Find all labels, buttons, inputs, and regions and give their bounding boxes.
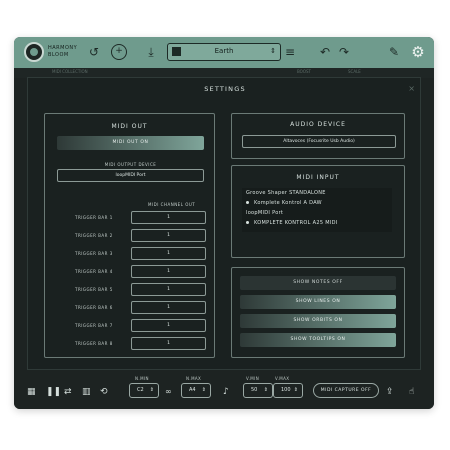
trigger-bar-label: TRIGGER BAR 5 bbox=[75, 287, 113, 292]
midi-out-panel: MIDI OUT MIDI OUT ON MIDI OUTPUT DEVICE … bbox=[44, 113, 215, 358]
selected-dot-icon bbox=[246, 201, 249, 204]
v-max-value: 100 bbox=[281, 387, 291, 393]
app-logo-text: HARMONY BLOOM bbox=[48, 45, 77, 59]
midi-output-device-select[interactable]: loopMIDI Port bbox=[57, 169, 204, 182]
n-max-value: A4 bbox=[189, 387, 196, 393]
trigger-bar-label: TRIGGER BAR 1 bbox=[75, 215, 113, 220]
download-icon[interactable]: ⤓ bbox=[143, 44, 159, 60]
n-min-value: C2 bbox=[137, 387, 144, 393]
piano-icon[interactable]: ▥ bbox=[82, 387, 91, 397]
tuning-icon[interactable]: ♪ bbox=[223, 387, 229, 397]
export-icon[interactable]: ⇪ bbox=[386, 387, 394, 397]
midi-input-list: Groove Shaper STANDALONE Komplete Kontro… bbox=[242, 188, 392, 232]
midi-input-item[interactable]: Komplete Kontrol A DAW bbox=[246, 200, 322, 206]
app-window: HARMONY BLOOM ↺ + ⤓ Earth ⇕ ≡ ↶ ↷ ✎ ⚙ MI… bbox=[14, 37, 434, 409]
trigger-bar-label: TRIGGER BAR 3 bbox=[75, 251, 113, 256]
trigger-bar-channel-field[interactable]: 1 bbox=[131, 283, 206, 296]
v-max-stepper[interactable]: 100 ⇕ bbox=[273, 383, 303, 398]
midi-input-name: KOMPLETE KONTROL A25 MIDI bbox=[254, 220, 338, 226]
n-max-stepper[interactable]: A4 ⇕ bbox=[181, 383, 211, 398]
show-tooltips-toggle[interactable]: SHOW TOOLTIPS ON bbox=[240, 333, 396, 347]
trigger-bar-channel-field[interactable]: 1 bbox=[131, 319, 206, 332]
spinner-icon: ⇕ bbox=[270, 47, 276, 55]
stepper-arrows-icon: ⇕ bbox=[201, 387, 206, 393]
brush-icon[interactable]: ✎ bbox=[386, 44, 402, 60]
pause-icon[interactable]: ❚❚ bbox=[46, 387, 61, 397]
add-icon[interactable]: + bbox=[111, 44, 127, 60]
audio-device-title: AUDIO DEVICE bbox=[290, 121, 346, 128]
menu-icon[interactable]: ≡ bbox=[282, 44, 298, 60]
trigger-bar-channel-field[interactable]: 1 bbox=[131, 229, 206, 242]
settings-modal: SETTINGS × MIDI OUT MIDI OUT ON MIDI OUT… bbox=[27, 77, 421, 370]
midi-input-title: MIDI INPUT bbox=[296, 174, 340, 181]
bottom-toolbar: ▦ ❚❚ ⇄ ▥ ⟲ N.MIN C2 ⇕ ∞ N.MAX A4 ⇕ ♪ V.MIN… bbox=[14, 376, 434, 409]
close-icon[interactable]: × bbox=[408, 84, 415, 93]
show-lines-toggle[interactable]: SHOW LINES ON bbox=[240, 295, 396, 309]
display-toggles-panel: SHOW NOTES OFF SHOW LINES ON SHOW ORBITS… bbox=[231, 267, 405, 358]
midi-channel-out-label: MIDI CHANNEL OUT bbox=[148, 202, 196, 207]
undo-icon[interactable]: ↺ bbox=[86, 44, 102, 60]
trigger-bar-channel-field[interactable]: 1 bbox=[131, 265, 206, 278]
loop-icon[interactable]: ⟲ bbox=[100, 387, 108, 397]
midi-out-toggle[interactable]: MIDI OUT ON bbox=[57, 136, 204, 150]
v-min-stepper[interactable]: 50 ⇕ bbox=[243, 383, 273, 398]
hand-icon[interactable]: ☝ bbox=[409, 387, 414, 397]
stepper-arrows-icon: ⇕ bbox=[293, 387, 298, 393]
midi-input-panel: MIDI INPUT Groove Shaper STANDALONE Komp… bbox=[231, 165, 405, 258]
audio-device-panel: AUDIO DEVICE Altavoces (Focusrite Usb Au… bbox=[231, 113, 405, 159]
logo-line-1: HARMONY bbox=[48, 45, 78, 51]
trigger-bar-label: TRIGGER BAR 6 bbox=[75, 305, 113, 310]
v-min-value: 50 bbox=[251, 387, 258, 393]
v-max-label: V.MAX bbox=[275, 376, 290, 381]
settings-title: SETTINGS bbox=[204, 85, 246, 93]
midi-output-device-label: MIDI OUTPUT DEVICE bbox=[104, 162, 157, 167]
trigger-bar-label: TRIGGER BAR 4 bbox=[75, 269, 113, 274]
bg-label-scale: SCALE bbox=[348, 69, 361, 74]
midi-input-name: Groove Shaper STANDALONE bbox=[246, 190, 326, 196]
midi-input-name: loopMIDI Port bbox=[246, 210, 284, 216]
v-min-label: V.MIN bbox=[246, 376, 260, 381]
stepper-arrows-icon: ⇕ bbox=[263, 387, 268, 393]
show-notes-toggle[interactable]: SHOW NOTES OFF bbox=[240, 276, 396, 290]
preset-select[interactable]: Earth ⇕ bbox=[167, 43, 281, 61]
midi-out-title: MIDI OUT bbox=[111, 123, 148, 130]
n-min-stepper[interactable]: C2 ⇕ bbox=[129, 383, 159, 398]
n-max-label: N.MAX bbox=[186, 376, 202, 381]
midi-capture-button[interactable]: MIDI CAPTURE OFF bbox=[313, 383, 379, 398]
bg-label-collection: MIDI COLLECTION bbox=[52, 69, 88, 74]
bg-label-boost: BOOST bbox=[297, 69, 311, 74]
trigger-bar-channel-field[interactable]: 1 bbox=[131, 337, 206, 350]
stepper-arrows-icon: ⇕ bbox=[149, 387, 154, 393]
top-toolbar: HARMONY BLOOM ↺ + ⤓ Earth ⇕ ≡ ↶ ↷ ✎ ⚙ bbox=[14, 37, 434, 68]
midi-input-name: Komplete Kontrol A DAW bbox=[254, 200, 322, 206]
preset-icon bbox=[172, 47, 181, 56]
grid-icon[interactable]: ▦ bbox=[27, 387, 36, 397]
undo-arrow-icon[interactable]: ↶ bbox=[317, 44, 333, 60]
selected-dot-icon bbox=[246, 221, 249, 224]
redo-arrow-icon[interactable]: ↷ bbox=[336, 44, 352, 60]
trigger-bar-channel-field[interactable]: 1 bbox=[131, 211, 206, 224]
logo-line-2: BLOOM bbox=[48, 52, 69, 58]
infinity-icon[interactable]: ∞ bbox=[165, 387, 172, 397]
n-min-label: N.MIN bbox=[135, 376, 149, 381]
preset-value: Earth bbox=[214, 47, 234, 55]
trigger-bar-label: TRIGGER BAR 7 bbox=[75, 323, 113, 328]
trigger-bar-channel-field[interactable]: 1 bbox=[131, 301, 206, 314]
midi-input-item[interactable]: loopMIDI Port bbox=[246, 210, 283, 216]
gear-icon[interactable]: ⚙ bbox=[409, 43, 427, 61]
trigger-bar-label: TRIGGER BAR 2 bbox=[75, 233, 113, 238]
trigger-bar-channel-field[interactable]: 1 bbox=[131, 247, 206, 260]
trigger-bar-label: TRIGGER BAR 8 bbox=[75, 341, 113, 346]
show-orbits-toggle[interactable]: SHOW ORBITS ON bbox=[240, 314, 396, 328]
midi-input-item[interactable]: Groove Shaper STANDALONE bbox=[246, 190, 326, 196]
shuffle-icon[interactable]: ⇄ bbox=[64, 387, 72, 397]
midi-input-item[interactable]: KOMPLETE KONTROL A25 MIDI bbox=[246, 220, 338, 226]
logo-icon bbox=[24, 42, 44, 62]
audio-device-select[interactable]: Altavoces (Focusrite Usb Audio) bbox=[242, 135, 396, 148]
